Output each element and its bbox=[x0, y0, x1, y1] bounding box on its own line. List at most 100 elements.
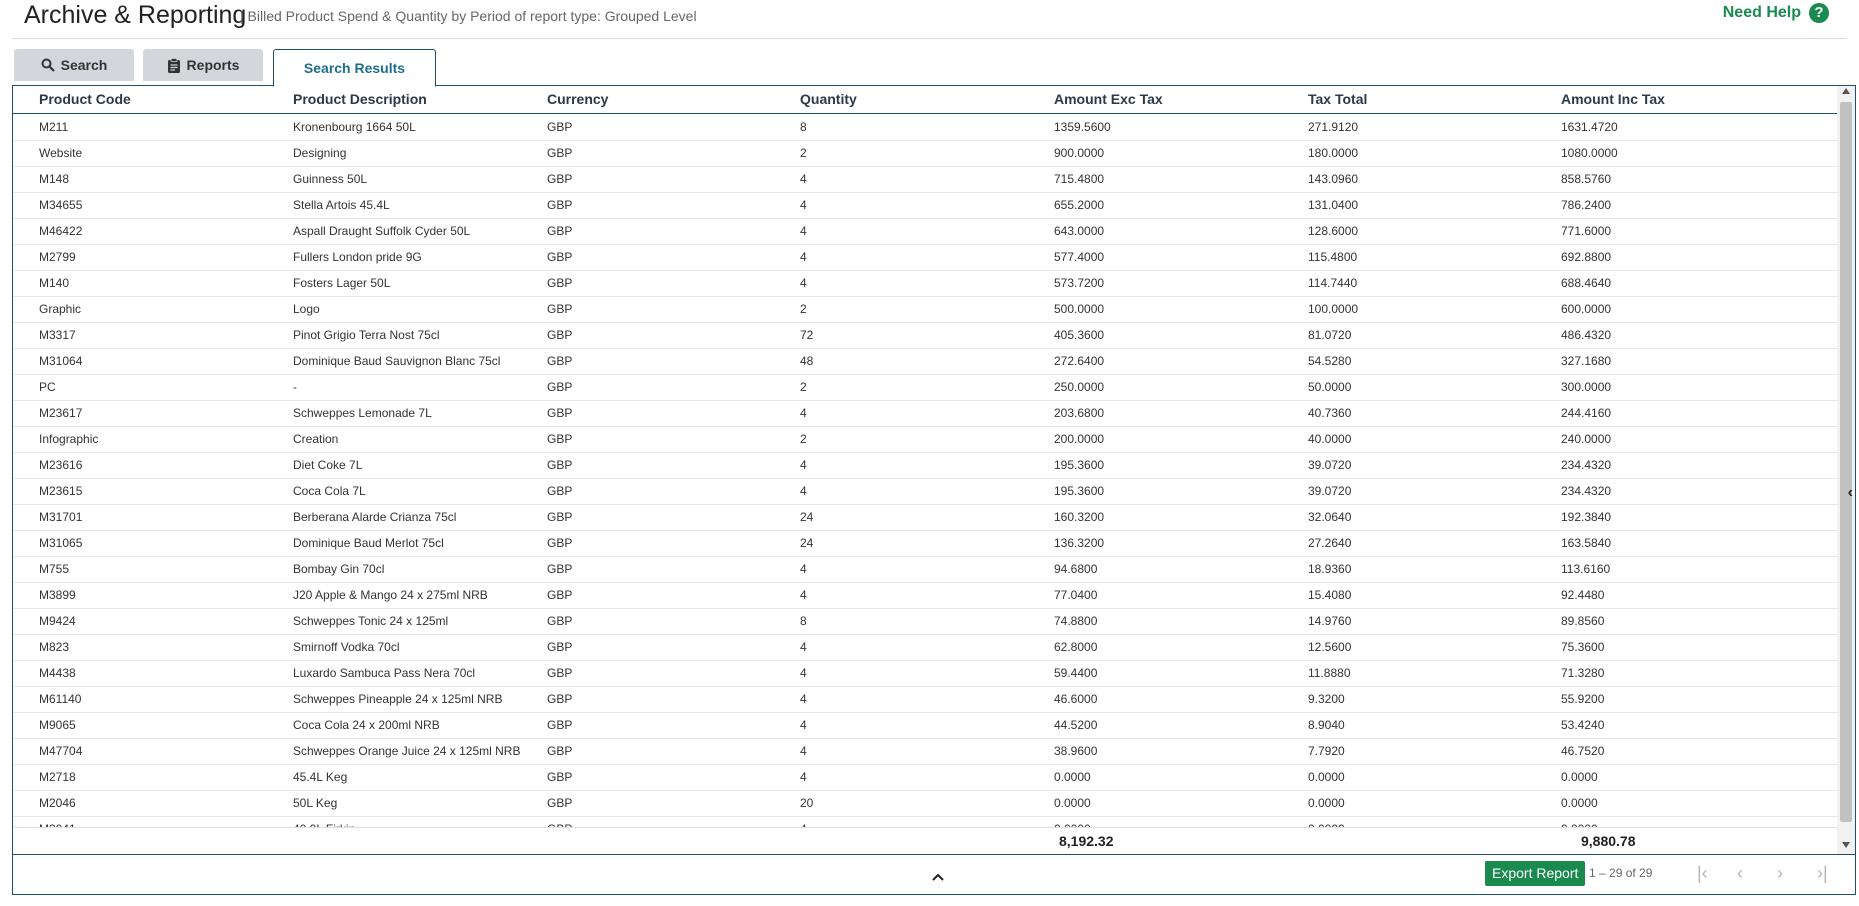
cell-product-code: M9424 bbox=[39, 614, 76, 628]
tab-reports[interactable]: Reports bbox=[143, 49, 263, 81]
cell-amount-exc-tax: 195.3600 bbox=[1054, 484, 1105, 498]
table-row[interactable]: PC - GBP 2 250.0000 50.0000 300.0000 bbox=[13, 375, 1837, 401]
cell-quantity: 8 bbox=[800, 614, 807, 628]
column-header-tax-total[interactable]: Tax Total bbox=[1308, 91, 1367, 107]
table-row[interactable]: M211 Kronenbourg 1664 50L GBP 8 1359.5600 271… bbox=[13, 115, 1837, 141]
cell-product-description: Kronenbourg 1664 50L bbox=[293, 120, 416, 134]
column-header-product-code[interactable]: Product Code bbox=[39, 91, 131, 107]
cell-amount-inc-tax: 327.1680 bbox=[1561, 354, 1612, 368]
first-page-icon[interactable]: |‹ bbox=[1697, 863, 1708, 884]
cell-quantity: 4 bbox=[800, 770, 807, 784]
scroll-up-arrow-icon[interactable] bbox=[1842, 88, 1850, 94]
cell-product-code: M148 bbox=[39, 172, 70, 186]
cell-tax-total: 81.0720 bbox=[1308, 328, 1352, 342]
table-row[interactable]: M823 Smirnoff Vodka 70cl GBP 4 62.8000 12.560… bbox=[13, 635, 1837, 661]
table-row[interactable]: M9424 Schweppes Tonic 24 x 125ml GBP 8 74.88… bbox=[13, 609, 1837, 635]
column-header-amount-inc-tax[interactable]: Amount Inc Tax bbox=[1561, 91, 1665, 107]
column-header-product-description[interactable]: Product Description bbox=[293, 91, 427, 107]
cell-amount-exc-tax: 272.6400 bbox=[1054, 354, 1105, 368]
cell-tax-total: 32.0640 bbox=[1308, 510, 1352, 524]
table-row[interactable]: M2799 Fullers London pride 9G GBP 4 577.4000… bbox=[13, 245, 1837, 271]
column-header-amount-exc-tax[interactable]: Amount Exc Tax bbox=[1054, 91, 1163, 107]
table-row[interactable]: M9065 Coca Cola 24 x 200ml NRB GBP 4 44.5200… bbox=[13, 713, 1837, 739]
scrollbar-thumb[interactable] bbox=[1840, 102, 1852, 822]
table-row[interactable]: M23617 Schweppes Lemonade 7L GBP 4 203.6800 4… bbox=[13, 401, 1837, 427]
cell-product-code: M3317 bbox=[39, 328, 76, 342]
table-row[interactable]: M46422 Aspall Draught Suffolk Cyder 50L GB… bbox=[13, 219, 1837, 245]
column-header-quantity[interactable]: Quantity bbox=[800, 91, 857, 107]
tab-reports-label: Reports bbox=[186, 57, 240, 73]
cell-currency: GBP bbox=[547, 432, 573, 446]
column-header-currency[interactable]: Currency bbox=[547, 91, 608, 107]
table-row[interactable]: Infographic Creation GBP 2 200.0000 40.0000 24… bbox=[13, 427, 1837, 453]
cell-amount-inc-tax: 92.4480 bbox=[1561, 588, 1605, 602]
table-row[interactable]: M23616 Diet Coke 7L GBP 4 195.3600 39.0720 234… bbox=[13, 453, 1837, 479]
cell-product-description: Bombay Gin 70cl bbox=[293, 562, 385, 576]
tab-search-results[interactable]: Search Results bbox=[273, 49, 436, 87]
cell-product-code: M23615 bbox=[39, 484, 83, 498]
cell-currency: GBP bbox=[547, 250, 573, 264]
cell-tax-total: 0.0000 bbox=[1308, 796, 1345, 810]
cell-currency: GBP bbox=[547, 640, 573, 654]
table-row[interactable]: M2718 45.4L Keg GBP 4 0.0000 0.0000 0.0000 bbox=[13, 765, 1837, 791]
cell-product-description: 45.4L Keg bbox=[293, 770, 348, 784]
table-row[interactable]: Website Designing GBP 2 900.0000 180.0000 1080… bbox=[13, 141, 1837, 167]
cell-amount-inc-tax: 1631.4720 bbox=[1561, 120, 1618, 134]
cell-currency: GBP bbox=[547, 276, 573, 290]
table-row[interactable]: M34655 Stella Artois 45.4L GBP 4 655.2000 131… bbox=[13, 193, 1837, 219]
table-row[interactable]: M61140 Schweppes Pineapple 24 x 125ml NRB… bbox=[13, 687, 1837, 713]
table-row[interactable]: M4438 Luxardo Sambuca Pass Nera 70cl GBP 4 5… bbox=[13, 661, 1837, 687]
table-row[interactable]: M31701 Berberana Alarde Crianza 75cl GBP 24… bbox=[13, 505, 1837, 531]
tab-search[interactable]: Search bbox=[14, 49, 134, 81]
scroll-down-arrow-icon[interactable] bbox=[1842, 842, 1850, 848]
cell-tax-total: 54.5280 bbox=[1308, 354, 1352, 368]
cell-amount-inc-tax: 786.2400 bbox=[1561, 198, 1612, 212]
cell-quantity: 4 bbox=[800, 484, 807, 498]
table-row[interactable]: M3899 J20 Apple & Mango 24 x 275ml NRB GBP… bbox=[13, 583, 1837, 609]
cell-currency: GBP bbox=[547, 328, 573, 342]
table-row[interactable]: M755 Bombay Gin 70cl GBP 4 94.6800 18.9360 113… bbox=[13, 557, 1837, 583]
cell-product-code: M31065 bbox=[39, 536, 83, 550]
cell-product-code: M46422 bbox=[39, 224, 83, 238]
cell-product-code: M2046 bbox=[39, 796, 76, 810]
table-row[interactable]: M140 Fosters Lager 50L GBP 4 573.7200 114.744… bbox=[13, 271, 1837, 297]
table-row[interactable]: M304140.9L FirkinGBP40.00000.00000.0000 bbox=[13, 817, 1837, 827]
table-row[interactable]: M31065 Dominique Baud Merlot 75cl GBP 24 136… bbox=[13, 531, 1837, 557]
previous-page-icon[interactable]: ‹ bbox=[1737, 863, 1743, 884]
cell-amount-inc-tax: 46.7520 bbox=[1561, 744, 1605, 758]
next-page-icon[interactable]: › bbox=[1777, 863, 1783, 884]
total-amount-inc-tax: 9,880.78 bbox=[1581, 833, 1636, 849]
cell-quantity: 4 bbox=[800, 744, 807, 758]
table-row[interactable]: Graphic Logo GBP 2 500.0000 100.0000 600.0000 bbox=[13, 297, 1837, 323]
cell-quantity: 4 bbox=[800, 692, 807, 706]
cell-quantity: 4 bbox=[800, 588, 807, 602]
cell-product-description: Dominique Baud Sauvignon Blanc 75cl bbox=[293, 354, 501, 368]
cell-product-description: Designing bbox=[293, 146, 347, 160]
tab-search-results-label: Search Results bbox=[303, 60, 406, 76]
cell-tax-total: 18.9360 bbox=[1308, 562, 1352, 576]
cell-amount-inc-tax: 240.0000 bbox=[1561, 432, 1612, 446]
cell-quantity: 20 bbox=[800, 796, 814, 810]
need-help-link[interactable]: Need Help ? bbox=[1723, 3, 1829, 23]
cell-product-code: M9065 bbox=[39, 718, 76, 732]
cell-product-description: 50L Keg bbox=[293, 796, 338, 810]
cell-product-code: M23617 bbox=[39, 406, 83, 420]
cell-currency: GBP bbox=[547, 796, 573, 810]
cell-product-code: M211 bbox=[39, 120, 69, 134]
chevron-left-icon[interactable]: ‹ bbox=[1848, 484, 1853, 502]
export-report-button[interactable]: Export Report bbox=[1485, 861, 1586, 886]
table-row[interactable]: M148 Guinness 50L GBP 4 715.4800 143.0960 858.… bbox=[13, 167, 1837, 193]
table-row[interactable]: M47704 Schweppes Orange Juice 24 x 125ml … bbox=[13, 739, 1837, 765]
cell-product-description: Luxardo Sambuca Pass Nera 70cl bbox=[293, 666, 476, 680]
cell-currency: GBP bbox=[547, 744, 573, 758]
chevron-up-icon[interactable] bbox=[931, 869, 945, 881]
table-row[interactable]: M3317 Pinot Grigio Terra Nost 75cl GBP 72 40… bbox=[13, 323, 1837, 349]
table-row[interactable]: M2046 50L Keg GBP 20 0.0000 0.0000 0.0000 bbox=[13, 791, 1837, 817]
vertical-scrollbar[interactable] bbox=[1837, 86, 1855, 854]
table-row[interactable]: M23615 Coca Cola 7L GBP 4 195.3600 39.0720 234… bbox=[13, 479, 1837, 505]
pagination-range: 1 – 29 of 29 bbox=[1589, 866, 1653, 880]
cell-amount-inc-tax: 71.3280 bbox=[1561, 666, 1605, 680]
cell-product-code: M3899 bbox=[39, 588, 76, 602]
last-page-icon[interactable]: ›| bbox=[1817, 863, 1828, 884]
table-row[interactable]: M31064 Dominique Baud Sauvignon Blanc 75c… bbox=[13, 349, 1837, 375]
